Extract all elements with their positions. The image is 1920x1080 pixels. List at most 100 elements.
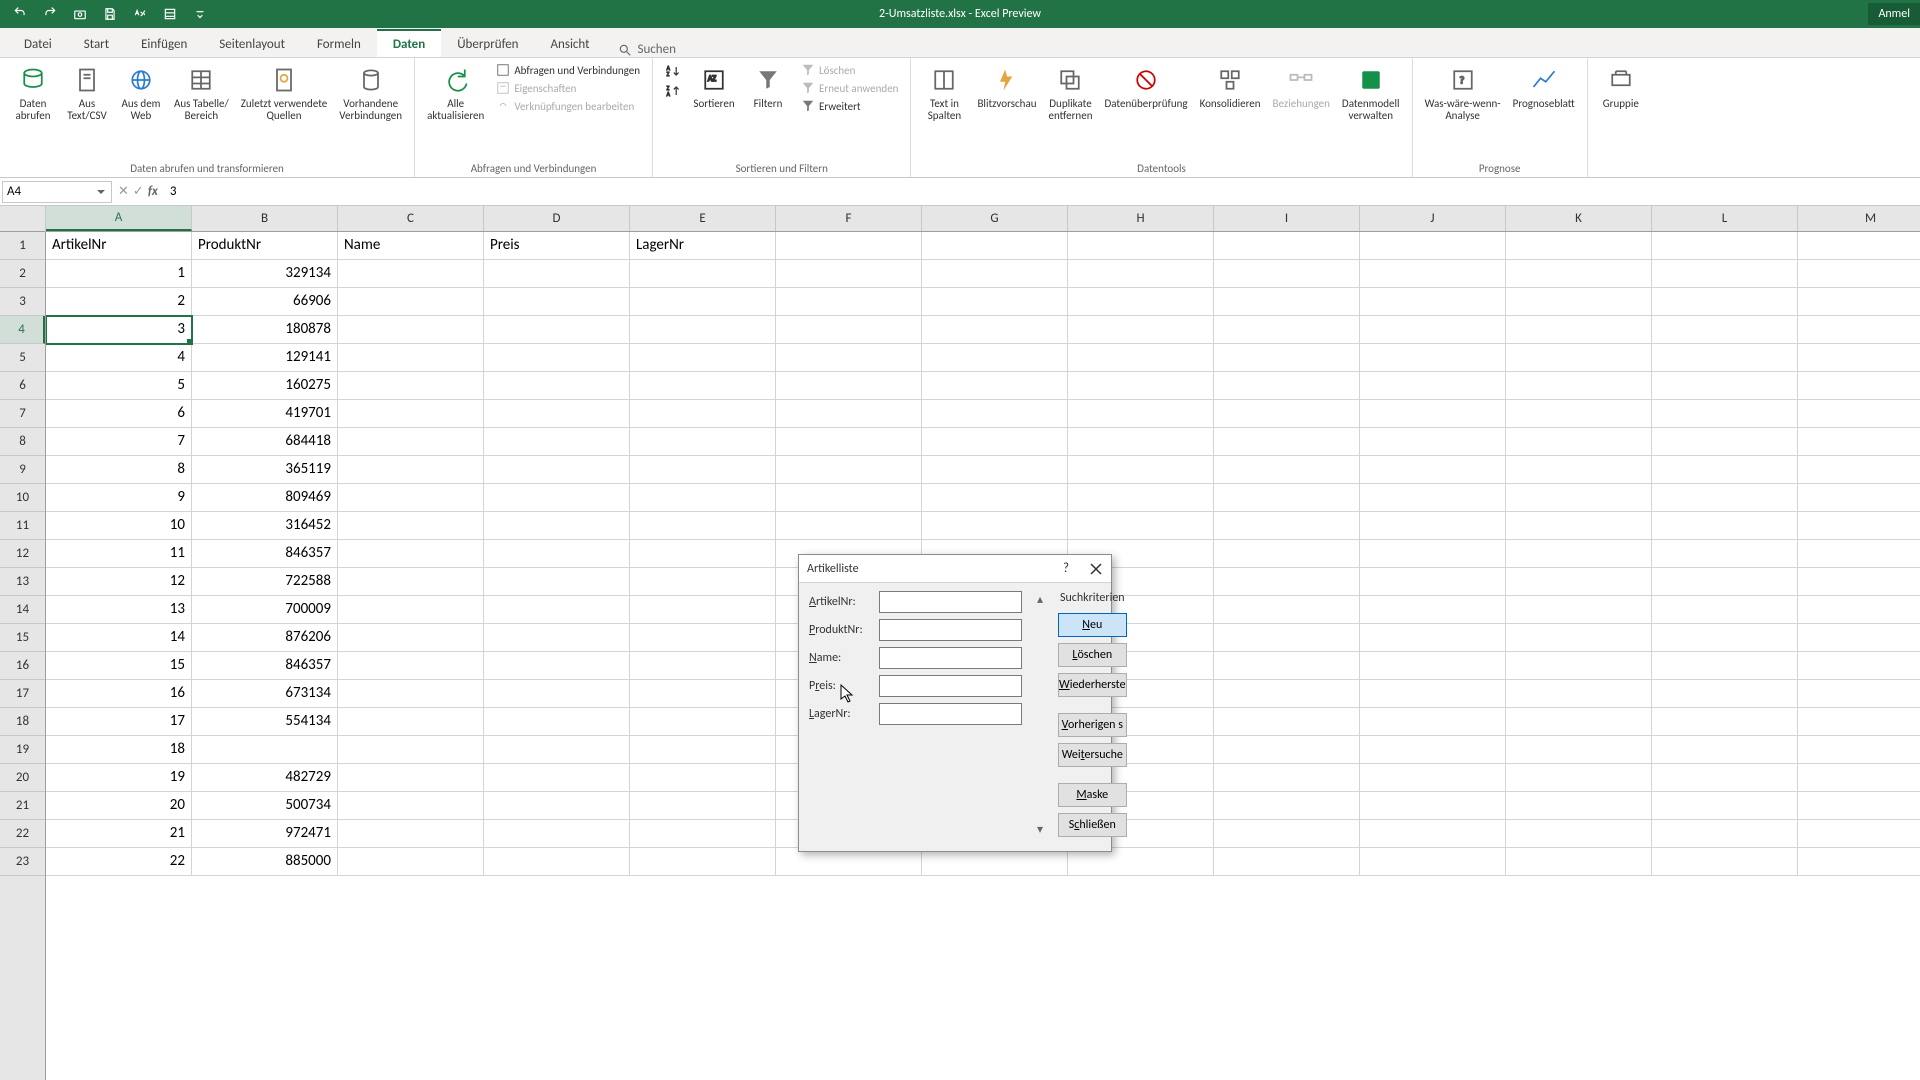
cell[interactable] <box>1506 736 1652 764</box>
spelling-icon[interactable] <box>128 4 152 24</box>
cell[interactable] <box>338 456 484 484</box>
row-header[interactable]: 22 <box>0 820 45 848</box>
cell[interactable] <box>630 792 776 820</box>
cell[interactable] <box>1652 848 1798 876</box>
cell[interactable] <box>1798 260 1920 288</box>
row-header[interactable]: 19 <box>0 736 45 764</box>
qat-customize-icon[interactable] <box>188 4 212 24</box>
cell[interactable]: 673134 <box>192 680 338 708</box>
formula-input[interactable]: 3 <box>164 184 1920 199</box>
cell[interactable] <box>1068 848 1214 876</box>
cell[interactable] <box>1798 540 1920 568</box>
tell-me-search[interactable]: Suchen <box>618 42 676 57</box>
cell[interactable] <box>630 512 776 540</box>
cell[interactable] <box>1506 344 1652 372</box>
cell[interactable] <box>1506 400 1652 428</box>
cell[interactable] <box>1214 652 1360 680</box>
cell[interactable] <box>338 484 484 512</box>
cell[interactable]: Name <box>338 232 484 260</box>
cell[interactable] <box>484 820 630 848</box>
cell[interactable] <box>1798 708 1920 736</box>
cell[interactable] <box>338 512 484 540</box>
cell[interactable] <box>1360 400 1506 428</box>
cell[interactable]: 846357 <box>192 652 338 680</box>
row-header[interactable]: 16 <box>0 652 45 680</box>
cell[interactable] <box>630 596 776 624</box>
cell[interactable] <box>630 484 776 512</box>
recent-sources-button[interactable]: Zuletzt verwendete Quellen <box>237 62 332 124</box>
cell[interactable] <box>1506 260 1652 288</box>
cell[interactable] <box>922 344 1068 372</box>
row-header[interactable]: 8 <box>0 428 45 456</box>
cell[interactable] <box>338 708 484 736</box>
remove-duplicates-button[interactable]: Duplikate entfernen <box>1045 62 1097 124</box>
data-validation-button[interactable]: Datenüberprüfung <box>1100 62 1191 112</box>
cell[interactable] <box>1506 428 1652 456</box>
cell[interactable] <box>922 400 1068 428</box>
cell[interactable] <box>338 260 484 288</box>
cell[interactable] <box>630 624 776 652</box>
cell[interactable] <box>484 372 630 400</box>
cell[interactable]: 11 <box>46 540 192 568</box>
cell[interactable] <box>1214 680 1360 708</box>
cell[interactable]: 7 <box>46 428 192 456</box>
cell[interactable] <box>630 372 776 400</box>
cell[interactable]: 9 <box>46 484 192 512</box>
cell[interactable] <box>1360 624 1506 652</box>
dialog-field-input[interactable] <box>879 675 1022 697</box>
cell[interactable] <box>338 400 484 428</box>
cell[interactable]: 482729 <box>192 764 338 792</box>
cell[interactable] <box>1652 372 1798 400</box>
cell[interactable] <box>922 316 1068 344</box>
cell[interactable] <box>630 400 776 428</box>
dialog-close-button[interactable] <box>1081 555 1111 583</box>
dialog-button[interactable]: Neu <box>1058 613 1127 637</box>
cell[interactable] <box>484 764 630 792</box>
cell[interactable] <box>1798 624 1920 652</box>
cell[interactable] <box>338 568 484 596</box>
cell[interactable] <box>922 232 1068 260</box>
cell[interactable]: 500734 <box>192 792 338 820</box>
cell[interactable] <box>1360 820 1506 848</box>
cell[interactable]: 8 <box>46 456 192 484</box>
column-header[interactable]: C <box>338 206 484 231</box>
cell[interactable] <box>1214 232 1360 260</box>
cell[interactable] <box>1798 512 1920 540</box>
cell[interactable]: 419701 <box>192 400 338 428</box>
cell[interactable] <box>1360 232 1506 260</box>
cell[interactable]: 6 <box>46 400 192 428</box>
cell[interactable] <box>630 848 776 876</box>
cell[interactable]: 4 <box>46 344 192 372</box>
cell[interactable] <box>1652 764 1798 792</box>
cell[interactable] <box>630 820 776 848</box>
cell[interactable] <box>1360 288 1506 316</box>
cell[interactable] <box>922 260 1068 288</box>
cell[interactable] <box>1652 624 1798 652</box>
cell[interactable]: 21 <box>46 820 192 848</box>
dialog-field-input[interactable] <box>879 591 1022 613</box>
cell[interactable] <box>630 708 776 736</box>
cell[interactable] <box>776 456 922 484</box>
cell[interactable] <box>1652 568 1798 596</box>
tab-ansicht[interactable]: Ansicht <box>535 31 606 57</box>
what-if-analysis-button[interactable]: ?Was-wäre-wenn- Analyse <box>1421 62 1505 124</box>
cell[interactable] <box>1798 232 1920 260</box>
cell[interactable] <box>338 596 484 624</box>
cell[interactable] <box>776 372 922 400</box>
cell[interactable] <box>1798 680 1920 708</box>
cell[interactable] <box>1360 456 1506 484</box>
cell[interactable] <box>1068 484 1214 512</box>
cell[interactable] <box>338 792 484 820</box>
cell[interactable] <box>1360 708 1506 736</box>
cell[interactable] <box>1068 372 1214 400</box>
name-box[interactable]: A4 <box>2 181 112 203</box>
cell[interactable] <box>1360 736 1506 764</box>
cell[interactable] <box>1068 344 1214 372</box>
cell[interactable] <box>1652 736 1798 764</box>
cell[interactable] <box>1798 344 1920 372</box>
cell[interactable] <box>484 568 630 596</box>
login-button[interactable]: Anmel <box>1868 3 1920 25</box>
cell[interactable] <box>1214 764 1360 792</box>
cell[interactable] <box>484 596 630 624</box>
cell[interactable] <box>1506 512 1652 540</box>
